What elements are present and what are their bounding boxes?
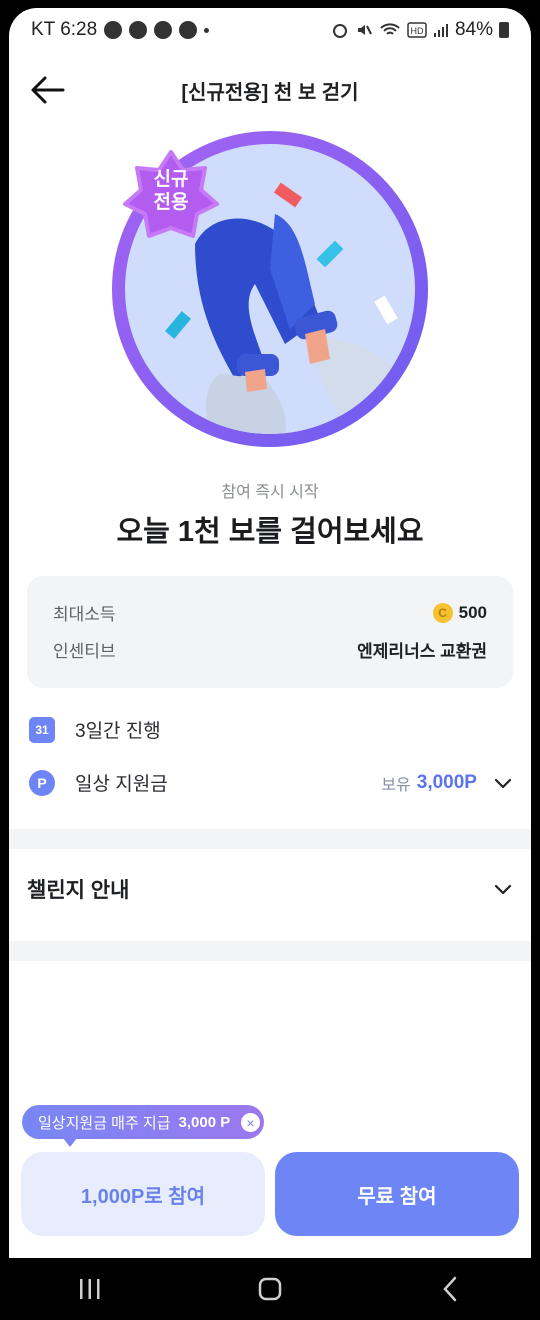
calendar-icon: 31 (29, 716, 55, 743)
app-screen: KT 6:28 HD 84% [신규전용] 천 보 걷기 신규 전용 참여 즉시… (9, 8, 531, 1258)
incentive-value: 엔제리너스 교환권 (357, 642, 487, 661)
weekly-support-tooltip: 일상지원금 매주 지급 3,000 P (22, 1105, 265, 1139)
hd-icon: HD (407, 22, 427, 38)
tooltip-tail (63, 1138, 77, 1147)
badge-line1: 신규 (153, 169, 189, 190)
alarm-icon (179, 21, 198, 39)
reward-info-card: 최대소득 C 500 인센티브 엔제리너스 교환권 (27, 576, 513, 688)
incentive-row: 인센티브 엔제리너스 교환권 (53, 637, 487, 662)
duration-row: 31 3일간 진행 (29, 716, 513, 743)
status-left: KT 6:28 (31, 19, 210, 41)
intro-title: 오늘 1천 보를 걸어보세요 (116, 516, 424, 548)
wifi-icon (380, 23, 400, 35)
challenge-guide-label: 챌린지 안내 (27, 879, 130, 902)
home-icon[interactable] (240, 1267, 300, 1311)
tooltip-text: 일상지원금 매주 지급 (38, 1114, 171, 1132)
phone-frame: KT 6:28 HD 84% [신규전용] 천 보 걷기 신규 전용 참여 즉시… (0, 0, 540, 1320)
mute-icon (357, 25, 372, 35)
new-user-badge: 신규 전용 (121, 168, 221, 214)
max-income-row: 최대소득 C 500 (53, 600, 487, 625)
app-header: [신규전용] 천 보 걷기 (9, 64, 531, 116)
hold-balance: 보유 3,000P (381, 771, 477, 795)
max-income-value: 500 (458, 602, 487, 622)
daily-support-row[interactable]: P 일상 지원금 보유 3,000P (29, 769, 513, 796)
incentive-label: 인센티브 (53, 642, 116, 661)
kakaotalk-icon (104, 21, 123, 39)
section-divider (9, 829, 531, 849)
close-icon[interactable]: × (241, 1113, 260, 1132)
page-title: [신규전용] 천 보 걷기 (181, 82, 359, 104)
max-income-label: 최대소득 (53, 605, 116, 624)
signal-icon (433, 24, 448, 37)
hold-label: 보유 (381, 776, 411, 794)
system-nav-bar (0, 1258, 540, 1320)
svg-text:HD: HD (410, 26, 423, 36)
chevron-down-icon[interactable] (493, 879, 513, 899)
chat-icon (154, 21, 173, 39)
status-bar: KT 6:28 HD 84% (9, 8, 531, 52)
message-icon (129, 21, 148, 39)
badge-line2: 전용 (153, 192, 189, 213)
duration-label: 3일간 진행 (75, 721, 161, 742)
alarm-icon (332, 24, 347, 38)
join-with-points-button[interactable]: 1,000P로 참여 (21, 1152, 265, 1236)
section-divider (9, 941, 531, 961)
max-income-value-group: C 500 (432, 602, 487, 623)
hold-amount: 3,000P (416, 771, 477, 793)
chevron-down-icon[interactable] (493, 773, 513, 793)
recent-apps-icon[interactable] (60, 1267, 120, 1311)
carrier-time: KT 6:28 (31, 19, 98, 40)
status-right: HD 84% (331, 19, 509, 41)
point-icon: P (29, 769, 55, 796)
coin-icon: C (432, 602, 453, 623)
battery-icon (499, 22, 509, 38)
battery-percent: 84% (454, 19, 493, 40)
daily-support-label: 일상 지원금 (75, 774, 168, 795)
challenge-guide-toggle[interactable]: 챌린지 안내 (27, 874, 513, 904)
join-free-button[interactable]: 무료 참여 (275, 1152, 519, 1236)
intro-subtitle: 참여 즉시 시작 (221, 484, 319, 501)
tooltip-points: 3,000 P (178, 1113, 231, 1131)
back-icon[interactable] (420, 1267, 480, 1311)
dot-icon (204, 27, 210, 33)
